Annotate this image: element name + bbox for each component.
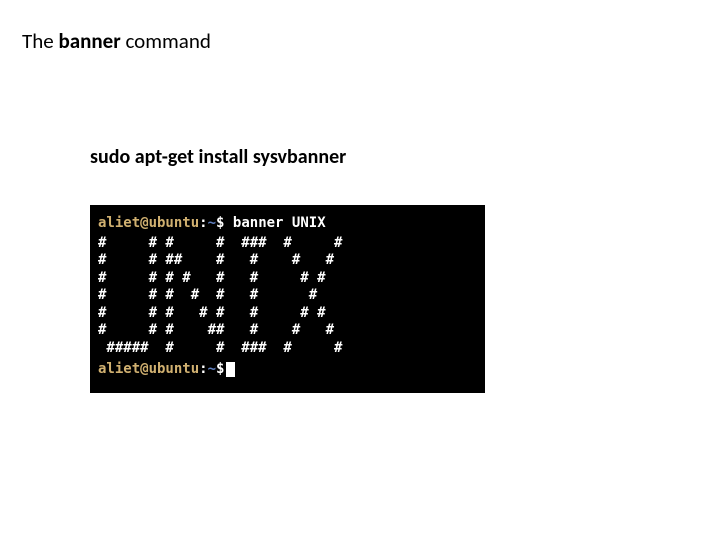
prompt-user-2: aliet@ubuntu <box>98 361 199 377</box>
prompt-path-2: ~ <box>208 361 216 377</box>
title-part1: The <box>22 28 58 54</box>
banner-output: # # # # ### # # # # ## # # # # # # # # #… <box>98 235 477 358</box>
page-title: The banner command <box>22 28 211 54</box>
title-part3: command <box>125 28 210 54</box>
terminal-command: banner UNIX <box>233 215 326 231</box>
prompt-sep: : <box>199 215 207 231</box>
terminal-line-1: aliet@ubuntu:~$ banner UNIX <box>98 215 477 233</box>
install-command: sudo apt-get install sysvbanner <box>90 145 346 169</box>
prompt-dollar: $ <box>216 215 224 231</box>
terminal-line-2: aliet@ubuntu:~$ <box>98 361 477 379</box>
prompt-user: aliet@ubuntu <box>98 215 199 231</box>
title-part2: banner <box>58 28 125 54</box>
prompt-sep-2: : <box>199 361 207 377</box>
prompt-dollar-2: $ <box>216 361 224 377</box>
terminal-cursor <box>226 362 235 377</box>
prompt-path: ~ <box>208 215 216 231</box>
terminal-window: aliet@ubuntu:~$ banner UNIX # # # # ### … <box>90 205 485 393</box>
